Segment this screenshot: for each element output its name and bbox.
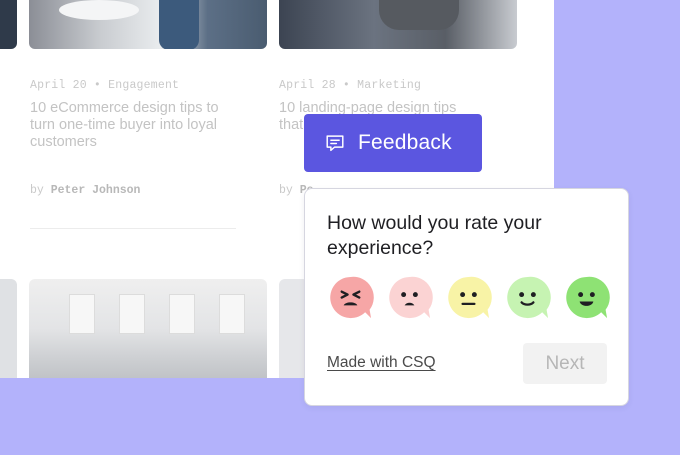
article-category[interactable]: Marketing (357, 79, 421, 92)
neutral-face-icon[interactable] (445, 275, 492, 322)
sad-face-icon[interactable] (386, 275, 433, 322)
very-happy-face-icon[interactable] (563, 275, 610, 322)
article-image[interactable] (279, 0, 517, 49)
meta-separator: • (93, 79, 102, 92)
article-author[interactable]: Peter Johnson (51, 184, 141, 197)
article-image[interactable] (0, 279, 17, 378)
article-meta: April 28 • Marketing (279, 79, 421, 92)
message-icon (326, 135, 344, 152)
feedback-button[interactable]: Feedback (304, 114, 482, 172)
table-shape (59, 0, 139, 20)
article-category[interactable]: Engagement (108, 79, 179, 92)
made-with-csq-link[interactable]: Made with CSQ (327, 354, 436, 372)
window-shape (119, 294, 145, 334)
byline-prefix: by (279, 184, 293, 197)
article-meta: April 20 • Engagement (30, 79, 179, 92)
person-shape (159, 0, 199, 49)
meta-separator: • (342, 79, 351, 92)
article-image[interactable] (29, 0, 267, 49)
article-image[interactable] (0, 0, 17, 49)
feedback-label: Feedback (358, 131, 452, 154)
survey-card: How would you rate your experience? Made… (304, 188, 629, 406)
person-shape (379, 0, 459, 30)
window-shape (169, 294, 195, 334)
window-shape (69, 294, 95, 334)
happy-face-icon[interactable] (504, 275, 551, 322)
very-angry-face-icon[interactable] (327, 275, 374, 322)
article-title[interactable]: 10 eCommerce design tips to turn one-tim… (30, 100, 245, 151)
survey-question: How would you rate your experience? (327, 212, 542, 259)
window-shape (219, 294, 245, 334)
byline-prefix: by (30, 184, 44, 197)
next-button[interactable]: Next (523, 343, 607, 384)
article-image[interactable] (29, 279, 267, 378)
article-byline: by Peter Johnson (30, 184, 140, 197)
article-divider (30, 228, 236, 229)
article-date: April 28 (279, 79, 336, 92)
article-date: April 20 (30, 79, 87, 92)
